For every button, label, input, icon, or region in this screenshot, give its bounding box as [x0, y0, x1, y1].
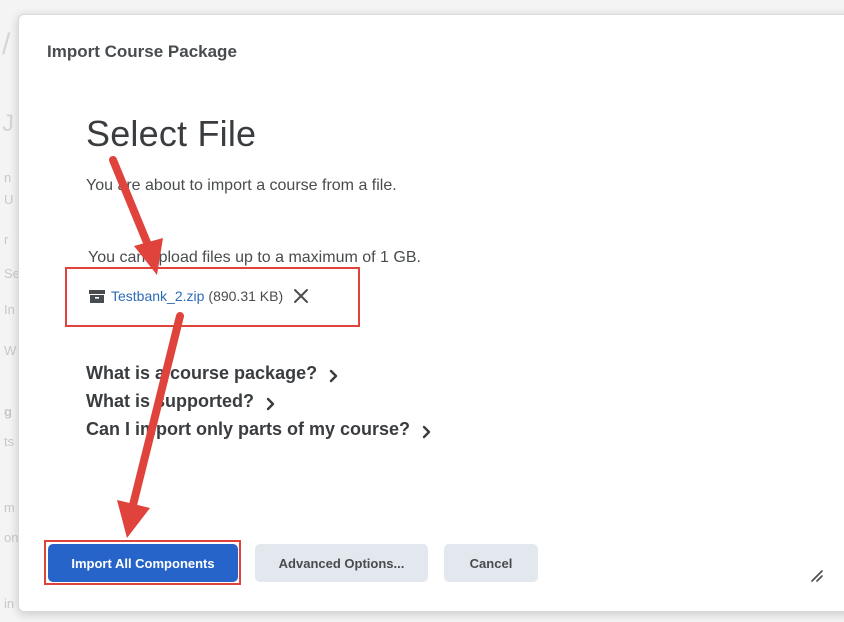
- background-text-fragment: r: [4, 232, 9, 247]
- faq-label: What is supported?: [86, 391, 254, 411]
- background-text-fragment: in: [4, 596, 15, 611]
- resize-handle-icon[interactable]: [809, 568, 823, 582]
- faq-label: What is a course package?: [86, 363, 318, 383]
- chevron-right-icon: [266, 395, 276, 410]
- background-text-fragment: g: [4, 404, 12, 419]
- intro-text: You are about to import a course from a …: [86, 177, 397, 194]
- background-text-fragment: m: [4, 500, 15, 515]
- chevron-right-icon: [422, 423, 432, 438]
- close-icon[interactable]: [293, 288, 309, 304]
- max-size-text: You can upload files up to a maximum of …: [88, 249, 421, 266]
- background-text-fragment: U: [4, 192, 14, 207]
- background-text-fragment: In: [4, 302, 15, 317]
- archive-icon: [89, 289, 105, 303]
- background-text-fragment: ts: [4, 434, 15, 449]
- chevron-right-icon: [329, 367, 339, 382]
- file-size: (890.31 KB): [208, 288, 284, 304]
- file-name-link[interactable]: Testbank_2.zip: [111, 288, 204, 304]
- background-text-fragment: on: [4, 530, 19, 545]
- background-text-fragment: /: [2, 28, 11, 61]
- faq-import-parts[interactable]: Can I import only parts of my course?: [86, 419, 432, 440]
- faq-label: Can I import only parts of my course?: [86, 419, 411, 439]
- import-all-button[interactable]: Import All Components: [48, 544, 238, 582]
- page-title: Select File: [86, 113, 257, 154]
- faq-supported[interactable]: What is supported?: [86, 391, 276, 412]
- selected-file: Testbank_2.zip (890.31 KB): [89, 286, 309, 306]
- faq-course-package[interactable]: What is a course package?: [86, 363, 339, 384]
- dialog-title: Import Course Package: [47, 42, 237, 61]
- advanced-options-button[interactable]: Advanced Options...: [255, 544, 428, 582]
- background-text-fragment: W: [4, 343, 17, 358]
- import-course-dialog: Import Course Package Select File You ar…: [18, 14, 844, 612]
- cancel-button[interactable]: Cancel: [444, 544, 538, 582]
- background-text-fragment: J: [2, 110, 14, 137]
- background-text-fragment: n: [4, 170, 12, 185]
